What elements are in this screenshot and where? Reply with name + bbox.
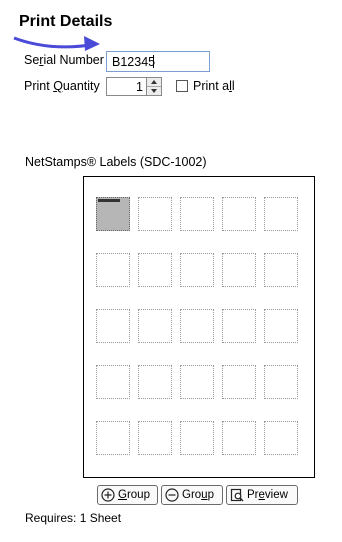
decrement-button[interactable] (147, 87, 161, 95)
stamp-label-cell[interactable] (222, 309, 256, 343)
preview-button[interactable]: Preview (226, 485, 298, 505)
quantity-stepper[interactable]: 1 (106, 77, 162, 96)
add-group-label: Group (118, 489, 150, 501)
print-quantity-label: Print Quantity (24, 79, 100, 93)
quantity-spin-buttons[interactable] (146, 78, 161, 95)
stamp-label-cell[interactable] (180, 253, 214, 287)
stamp-label-cell[interactable] (180, 421, 214, 455)
stamp-label-cell[interactable] (222, 253, 256, 287)
quantity-value[interactable]: 1 (136, 80, 143, 94)
stamp-label-cell[interactable] (264, 421, 298, 455)
stamp-label-cell[interactable] (264, 197, 298, 231)
stamp-label-cell[interactable] (264, 253, 298, 287)
increment-button[interactable] (147, 78, 161, 87)
printed-marker (98, 199, 120, 202)
stamp-label-cell[interactable] (138, 309, 172, 343)
print-all-label[interactable]: Print all (193, 79, 235, 93)
stamp-label-cell[interactable] (96, 365, 130, 399)
stamp-label-cell[interactable] (180, 365, 214, 399)
stamp-label-cell[interactable] (222, 365, 256, 399)
stamp-label-cell[interactable] (96, 309, 130, 343)
stamp-label-cell[interactable] (96, 421, 130, 455)
stamp-label-cell[interactable] (96, 253, 130, 287)
stamp-label-cell[interactable] (138, 421, 172, 455)
stamp-label-cell[interactable] (180, 197, 214, 231)
add-group-button[interactable]: Group (97, 485, 158, 505)
remove-group-label: Group (182, 489, 214, 501)
requires-text: Requires: 1 Sheet (25, 511, 122, 525)
text-caret (153, 55, 154, 68)
stamp-label-cell[interactable] (96, 197, 130, 231)
plus-circle-icon (101, 488, 115, 502)
stamp-label-cell[interactable] (264, 309, 298, 343)
remove-group-button[interactable]: Group (161, 485, 223, 505)
preview-icon (230, 488, 244, 502)
stamp-label-cell[interactable] (138, 365, 172, 399)
stamp-label-cell[interactable] (222, 197, 256, 231)
serial-number-label: Serial Number (24, 53, 104, 67)
page-title: Print Details (19, 13, 113, 30)
stamp-label-cell[interactable] (222, 421, 256, 455)
minus-circle-icon (165, 488, 179, 502)
stamp-label-cell[interactable] (180, 309, 214, 343)
preview-label: Preview (247, 489, 288, 501)
stamp-label-cell[interactable] (138, 253, 172, 287)
serial-number-input[interactable] (106, 51, 210, 72)
label-sheet-title: NetStamps® Labels (SDC-1002) (25, 155, 207, 169)
print-all-checkbox[interactable] (176, 80, 188, 92)
label-sheet (83, 176, 315, 478)
stamp-label-cell[interactable] (138, 197, 172, 231)
stamp-label-cell[interactable] (264, 365, 298, 399)
arrow-down-icon (151, 89, 157, 93)
arrow-up-icon (151, 80, 157, 84)
